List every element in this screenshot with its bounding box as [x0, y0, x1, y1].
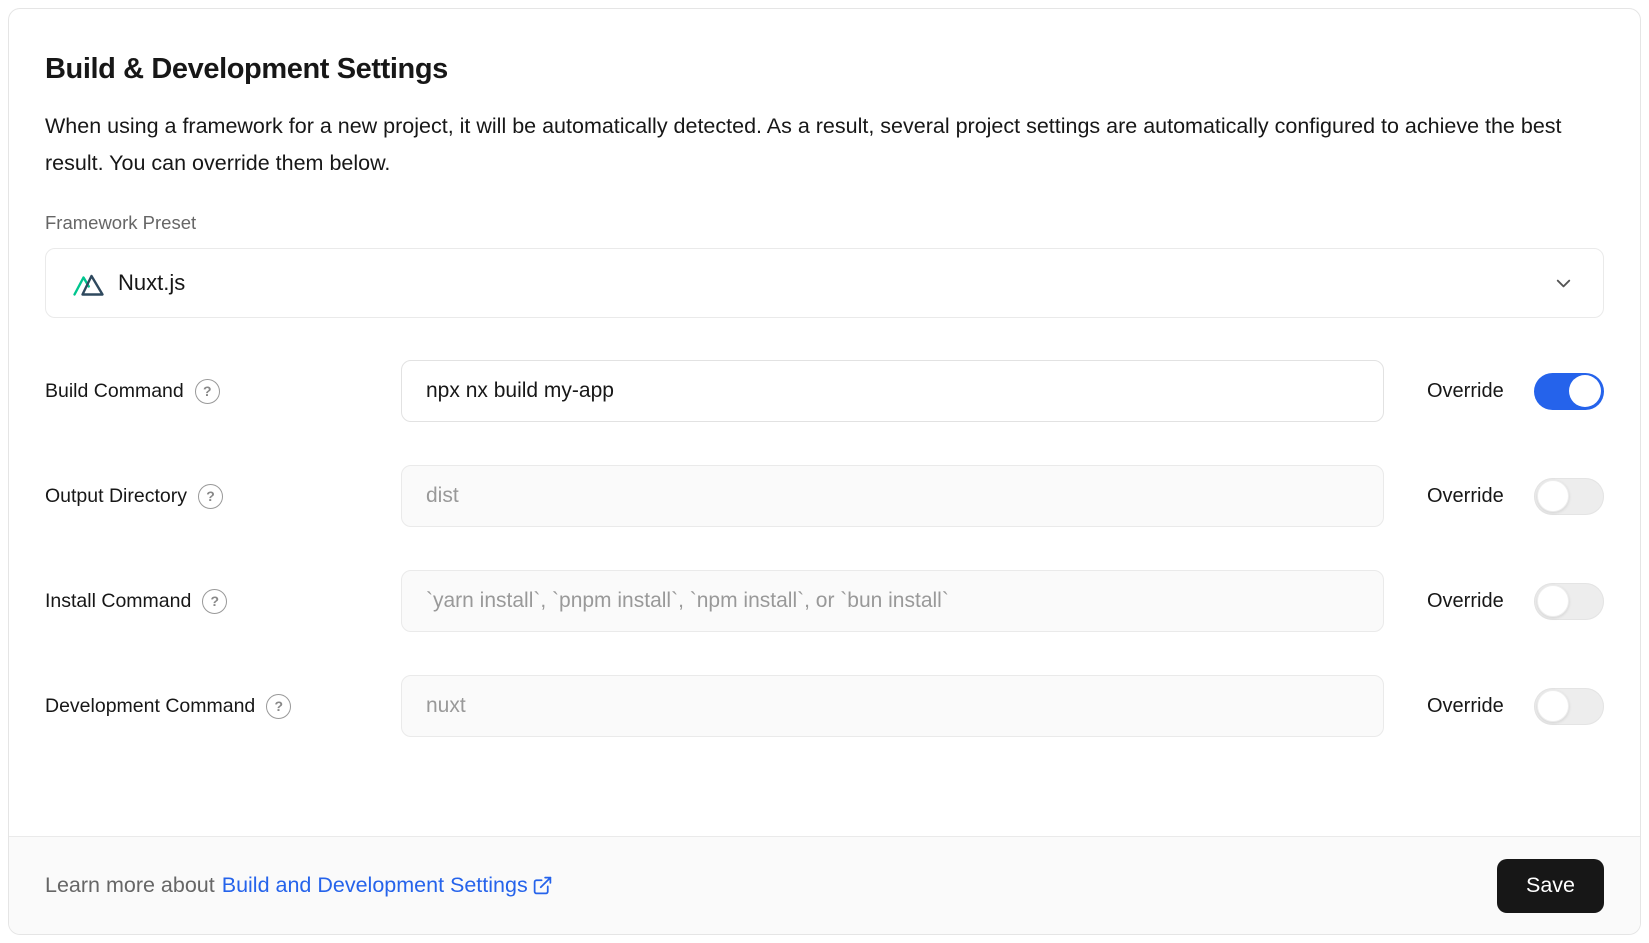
settings-description: When using a framework for a new project…	[45, 108, 1575, 182]
override-label: Override	[1427, 380, 1504, 403]
override-label: Override	[1427, 590, 1504, 613]
question-circle-icon[interactable]: ?	[195, 379, 220, 404]
toggle-knob	[1537, 480, 1569, 512]
build-command-input[interactable]	[401, 360, 1384, 422]
output-directory-input[interactable]	[401, 465, 1384, 527]
external-link-icon	[532, 875, 553, 896]
save-button[interactable]: Save	[1497, 859, 1604, 913]
override-toggle[interactable]	[1534, 373, 1604, 410]
output-directory-label: Output Directory	[45, 485, 187, 508]
development-command-label: Development Command	[45, 695, 255, 718]
framework-preset-label: Framework Preset	[45, 212, 1604, 234]
nuxt-logo-icon	[72, 270, 105, 297]
chevron-down-icon	[1552, 272, 1575, 295]
override-label: Override	[1427, 695, 1504, 718]
card-footer: Learn more about Build and Development S…	[9, 836, 1640, 934]
override-toggle[interactable]	[1534, 583, 1604, 620]
toggle-knob	[1569, 375, 1601, 407]
framework-preset-select[interactable]: Nuxt.js	[45, 248, 1604, 318]
framework-preset-value: Nuxt.js	[118, 270, 185, 296]
page-title: Build & Development Settings	[45, 53, 1604, 86]
install-command-row: Install Command ? Override	[45, 570, 1604, 632]
toggle-knob	[1537, 690, 1569, 722]
card-main: Build & Development Settings When using …	[9, 9, 1640, 836]
override-toggle[interactable]	[1534, 478, 1604, 515]
override-toggle[interactable]	[1534, 688, 1604, 725]
development-command-row: Development Command ? Override	[45, 675, 1604, 737]
install-command-input[interactable]	[401, 570, 1384, 632]
install-command-label: Install Command	[45, 590, 191, 613]
development-command-input[interactable]	[401, 675, 1384, 737]
learn-more-text: Learn more about Build and Development S…	[45, 873, 553, 898]
question-circle-icon[interactable]: ?	[198, 484, 223, 509]
build-command-label: Build Command	[45, 380, 184, 403]
toggle-knob	[1537, 585, 1569, 617]
learn-more-prefix: Learn more about	[45, 873, 215, 898]
build-command-row: Build Command ? Override	[45, 360, 1604, 422]
question-circle-icon[interactable]: ?	[266, 694, 291, 719]
build-settings-docs-link[interactable]: Build and Development Settings	[222, 873, 553, 898]
override-label: Override	[1427, 485, 1504, 508]
settings-rows: Build Command ? Override Output Director…	[45, 360, 1604, 737]
build-settings-card: Build & Development Settings When using …	[8, 8, 1641, 935]
output-directory-row: Output Directory ? Override	[45, 465, 1604, 527]
question-circle-icon[interactable]: ?	[202, 589, 227, 614]
